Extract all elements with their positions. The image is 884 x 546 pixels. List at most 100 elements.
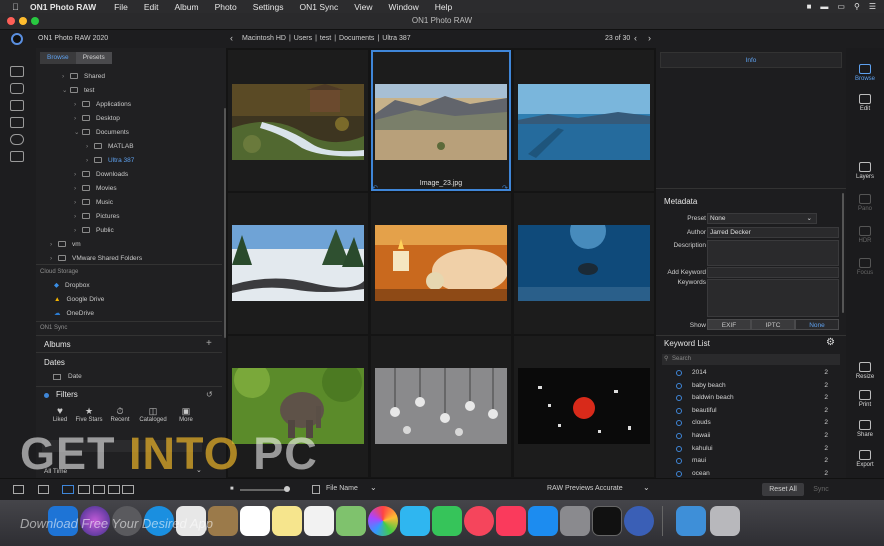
filters-header[interactable]: Filters	[56, 390, 78, 399]
author-field[interactable]: Jarred Decker	[707, 227, 839, 238]
module-edit[interactable]: Edit	[846, 94, 884, 112]
folder-tree-item[interactable]: › vm	[50, 238, 81, 252]
map-view-icon[interactable]	[122, 485, 134, 494]
filter-recent[interactable]: ⏱ Recent	[106, 406, 134, 423]
albums-icon[interactable]	[10, 151, 24, 162]
keyword-circle-icon[interactable]	[676, 407, 682, 414]
tab-presets[interactable]: Presets	[75, 52, 112, 64]
notes-icon[interactable]	[272, 506, 302, 536]
menu-help[interactable]: Help	[435, 2, 452, 12]
notification-icon[interactable]: ■	[807, 2, 812, 11]
folder-tree-item[interactable]: › Ultra 387	[38, 154, 222, 168]
thumbnail-size-handle[interactable]	[284, 486, 290, 492]
keyword-list-title[interactable]: Keyword List	[664, 339, 710, 348]
module-pano[interactable]: Pano	[846, 194, 884, 212]
show-iptc[interactable]: IPTC	[751, 319, 795, 330]
on1-dock-icon[interactable]	[624, 506, 654, 536]
folder-tree-item[interactable]: › Downloads	[74, 168, 128, 182]
module-export[interactable]: Export	[846, 450, 884, 468]
facetime-icon[interactable]	[432, 506, 462, 536]
messages-icon[interactable]	[400, 506, 430, 536]
thumbnail-cell[interactable]	[228, 50, 368, 191]
detail-view-icon[interactable]	[78, 485, 90, 494]
menu-edit[interactable]: Edit	[144, 2, 159, 12]
thumbnail-cell-selected[interactable]: Image_23.jpg ↶ ↷	[371, 50, 511, 192]
tab-browse[interactable]: Browse	[40, 52, 76, 64]
chevron-right-icon[interactable]: ›	[74, 112, 82, 126]
news-icon[interactable]	[464, 506, 494, 536]
folder-tree-item[interactable]: › Movies	[74, 182, 117, 196]
keyword-row[interactable]: maui 2	[662, 455, 838, 468]
module-print[interactable]: Print	[846, 390, 884, 408]
cloud-item-dropbox[interactable]: ◆ Dropbox	[54, 279, 90, 293]
calendar-icon[interactable]	[240, 506, 270, 536]
keyword-row[interactable]: baby beach 2	[662, 380, 838, 393]
search-icon[interactable]: ⚲	[854, 2, 860, 11]
cloud-item-onedrive[interactable]: ☁ OneDrive	[54, 307, 94, 321]
menu-window[interactable]: Window	[389, 2, 419, 12]
chevron-right-icon[interactable]: ›	[74, 168, 82, 182]
keyword-circle-icon[interactable]	[676, 433, 682, 439]
show-exif[interactable]: EXIF	[707, 319, 751, 330]
raw-previews-chevron-icon[interactable]: ⌄	[643, 483, 650, 492]
music-icon[interactable]	[496, 506, 526, 536]
chevron-down-icon[interactable]: ⌄	[62, 84, 70, 98]
chevron-right-icon[interactable]: ›	[86, 154, 94, 168]
thumbnail-cell[interactable]	[514, 336, 654, 477]
filter-five-stars[interactable]: ★ Five Stars	[72, 406, 106, 423]
drive-icon[interactable]	[10, 117, 24, 128]
keyword-row[interactable]: hawaii 2	[662, 430, 838, 443]
breadcrumb-back-icon[interactable]: ‹	[230, 33, 233, 43]
monitor-icon[interactable]	[10, 66, 24, 77]
module-focus[interactable]: Focus	[846, 258, 884, 276]
trash-icon[interactable]	[710, 506, 740, 536]
preset-select[interactable]: None ⌄	[707, 213, 817, 224]
description-field[interactable]	[707, 240, 839, 266]
filters-enabled-dot[interactable]	[44, 393, 49, 398]
previous-image-icon[interactable]: ‹	[634, 33, 637, 43]
add-album-icon[interactable]: +	[206, 338, 212, 349]
chevron-right-icon[interactable]: ›	[62, 70, 70, 84]
chevron-right-icon[interactable]: ›	[86, 140, 94, 154]
breadcrumb-item[interactable]: test	[320, 35, 331, 42]
metadata-title[interactable]: Metadata	[664, 197, 697, 206]
display-icon[interactable]: ▭	[837, 2, 845, 11]
keyword-circle-icon[interactable]	[676, 395, 682, 402]
rotate-left-icon[interactable]: ↶	[372, 184, 378, 192]
thumbnail-cell[interactable]	[371, 193, 511, 334]
maps-icon[interactable]	[336, 506, 366, 536]
chevron-right-icon[interactable]: ›	[50, 238, 58, 252]
folder-tree-item[interactable]: › Pictures	[74, 210, 119, 224]
thumbnail-cell[interactable]	[228, 193, 368, 334]
next-image-icon[interactable]: ›	[648, 33, 651, 43]
add-keyword-field[interactable]	[707, 267, 839, 278]
cloud-icon[interactable]	[10, 134, 24, 145]
photos-icon[interactable]	[368, 506, 398, 536]
show-none[interactable]: None	[795, 319, 839, 330]
control-center-icon[interactable]: ☰	[869, 2, 876, 11]
folder-tree-item[interactable]: ⌄ Documents	[74, 126, 129, 140]
dates-header[interactable]: Dates	[44, 358, 65, 367]
folder-tree-item[interactable]: › Public	[74, 224, 114, 238]
breadcrumb-item[interactable]: Documents	[339, 35, 374, 42]
keyword-row[interactable]: 2014 2	[662, 367, 838, 380]
menu-settings[interactable]: Settings	[253, 2, 284, 12]
menu-file[interactable]: File	[114, 2, 128, 12]
tab-info[interactable]: Info	[661, 57, 841, 64]
filmstrip-view-icon[interactable]	[93, 485, 105, 494]
albums-header[interactable]: Albums	[44, 340, 71, 349]
chevron-right-icon[interactable]: ›	[74, 182, 82, 196]
keyword-circle-icon[interactable]	[676, 420, 682, 427]
system-preferences-icon[interactable]	[560, 506, 590, 536]
reset-filters-icon[interactable]: ↺	[206, 390, 213, 399]
toggle-left-panel-icon[interactable]	[13, 485, 24, 494]
keyword-search-input[interactable]: ⚲ Search	[662, 354, 840, 365]
keyword-circle-icon[interactable]	[676, 470, 682, 477]
rotate-right-icon[interactable]: ↷	[502, 184, 508, 192]
keywords-field[interactable]	[707, 279, 839, 317]
keyword-circle-icon[interactable]	[676, 382, 682, 389]
thumbnail-size-slider[interactable]	[240, 489, 286, 491]
reminders-icon[interactable]	[304, 506, 334, 536]
folder-tree-item[interactable]: › Shared	[62, 70, 105, 84]
sort-direction-icon[interactable]	[312, 485, 320, 494]
